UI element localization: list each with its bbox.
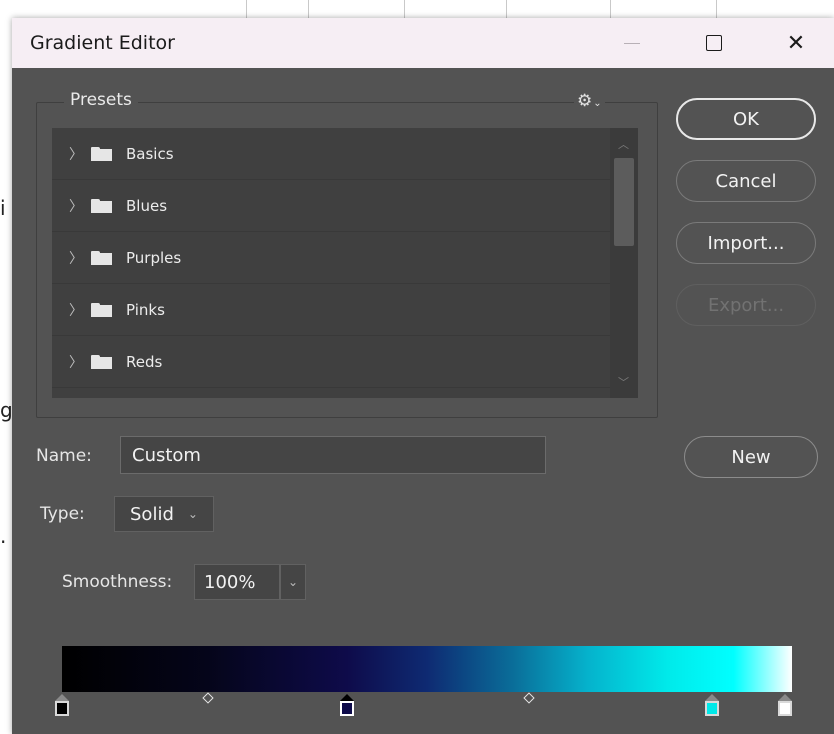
stop-marker-icon (704, 694, 719, 701)
color-stop[interactable] (704, 694, 719, 716)
stop-marker-icon (778, 694, 792, 701)
maximize-icon (706, 35, 722, 51)
scrollbar-thumb[interactable] (614, 158, 634, 246)
gradient-editor-dialog: Gradient Editor ✕ Presets ⚙⌄ 〉 Basics 〉 … (12, 18, 834, 734)
background-divider (716, 0, 717, 18)
chevron-down-icon: ⌄ (593, 98, 602, 109)
close-icon: ✕ (786, 30, 806, 55)
background-divider (610, 0, 611, 18)
presets-scrollbar[interactable]: ︿ ﹀ (610, 128, 638, 398)
chevron-right-icon: 〉 (69, 301, 83, 318)
background-divider (308, 0, 309, 18)
import-button[interactable]: Import... (676, 222, 816, 264)
stop-marker-icon (55, 694, 69, 701)
folder-icon (91, 302, 112, 317)
chevron-down-icon: ⌄ (287, 575, 299, 589)
gear-icon: ⚙ (577, 91, 593, 110)
type-select[interactable]: Solid ⌄ (114, 496, 214, 532)
presets-list[interactable]: 〉 Basics 〉 Blues 〉 Purples 〉 Pinks 〉 Red… (52, 128, 638, 398)
preset-folder-basics[interactable]: 〉 Basics (52, 128, 610, 180)
chevron-right-icon: 〉 (69, 145, 83, 162)
stop-color-swatch (778, 701, 792, 716)
color-stop[interactable] (339, 694, 354, 716)
name-field[interactable]: Custom (120, 436, 546, 474)
type-value: Solid (130, 503, 174, 525)
preset-folder-label: Purples (126, 248, 182, 267)
preset-folder-pinks[interactable]: 〉 Pinks (52, 284, 610, 336)
stop-marker-icon (339, 694, 354, 701)
midpoint-diamond-icon[interactable] (202, 692, 214, 704)
folder-icon (91, 198, 112, 213)
preset-folder-blues[interactable]: 〉 Blues (52, 180, 610, 232)
scroll-down-icon[interactable]: ﹀ (618, 374, 629, 390)
maximize-button[interactable] (688, 18, 740, 68)
smoothness-input[interactable]: 100% (194, 564, 280, 600)
preset-folder-reds[interactable]: 〉 Reds (52, 336, 610, 388)
smoothness-label: Smoothness: (62, 572, 173, 592)
folder-icon (91, 250, 112, 265)
folder-icon (91, 146, 112, 161)
midpoint-diamond-icon[interactable] (523, 692, 535, 704)
presets-settings-button[interactable]: ⚙⌄ (574, 91, 605, 111)
minimize-button[interactable] (606, 18, 658, 68)
background-text: g (0, 398, 13, 422)
chevron-right-icon: 〉 (69, 353, 83, 370)
color-stop[interactable] (778, 694, 792, 716)
type-label: Type: (40, 504, 85, 524)
color-stop[interactable] (55, 694, 69, 716)
folder-icon (91, 354, 112, 369)
preset-folder-label: Blues (126, 196, 168, 215)
chevron-right-icon: 〉 (69, 197, 83, 214)
smoothness-dropdown[interactable]: ⌄ (280, 564, 306, 600)
presets-label: Presets (64, 90, 138, 110)
background-divider (404, 0, 405, 18)
ok-button[interactable]: OK (676, 98, 816, 140)
name-label: Name: (36, 446, 92, 466)
export-button: Export... (676, 284, 816, 326)
new-button[interactable]: New (684, 436, 818, 478)
preset-folder-label: Reds (126, 352, 163, 371)
chevron-down-icon: ⌄ (187, 507, 198, 521)
minimize-icon (624, 42, 640, 44)
chevron-right-icon: 〉 (69, 249, 83, 266)
gradient-bar[interactable] (62, 646, 792, 692)
preset-folder-label: Pinks (126, 300, 165, 319)
preset-folder-label: Basics (126, 144, 174, 163)
close-button[interactable]: ✕ (770, 18, 822, 68)
background-text: . (0, 524, 7, 548)
stop-color-swatch (55, 701, 69, 716)
preset-folder-purples[interactable]: 〉 Purples (52, 232, 610, 284)
cancel-button[interactable]: Cancel (676, 160, 816, 202)
window-title: Gradient Editor (30, 32, 175, 54)
stop-color-swatch (704, 701, 719, 716)
title-bar[interactable]: Gradient Editor ✕ (12, 18, 834, 68)
background-divider (506, 0, 507, 18)
background-divider (246, 0, 247, 18)
stop-color-swatch (339, 701, 354, 716)
scroll-up-icon[interactable]: ︿ (618, 136, 629, 152)
background-text: i (0, 196, 6, 220)
